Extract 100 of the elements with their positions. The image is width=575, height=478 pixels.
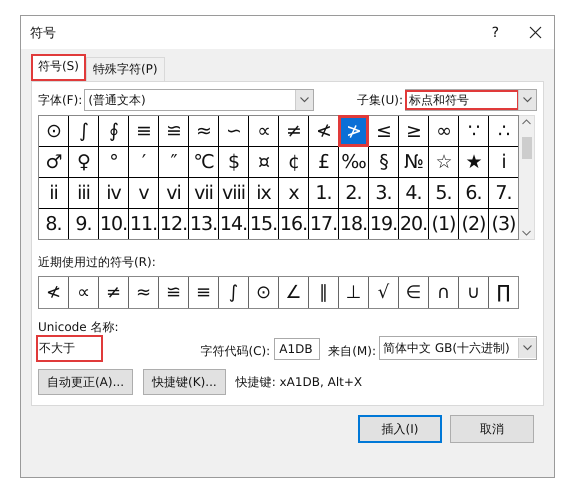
symbol-cell[interactable]: 11.: [129, 209, 158, 239]
recent-symbol[interactable]: ∠: [279, 277, 308, 308]
symbol-cell[interactable]: 12.: [159, 209, 188, 239]
recent-symbol[interactable]: ∪: [459, 277, 488, 308]
field-label: 子集(U):: [356, 92, 403, 108]
symbol-cell[interactable]: °: [99, 147, 128, 177]
symbol-cell[interactable]: ≯: [339, 116, 368, 146]
recent-symbol[interactable]: ≮: [39, 277, 68, 308]
symbol-cell[interactable]: ∫: [69, 116, 98, 146]
symbol-cell[interactable]: ∵: [459, 116, 488, 146]
symbol-cell[interactable]: ≮: [309, 116, 338, 146]
symbol-cell[interactable]: 7.: [489, 178, 518, 208]
symbol-cell[interactable]: 1.: [309, 178, 338, 208]
section-label: 近期使用过的符号(R):: [38, 254, 156, 271]
subset-dropdown[interactable]: 标点和符号: [405, 89, 537, 111]
symbol-cell[interactable]: ≥: [399, 116, 428, 146]
recent-symbol[interactable]: ∫: [219, 277, 248, 308]
symbol-cell[interactable]: 14.: [219, 209, 248, 239]
tab[interactable]: 符号(S): [31, 54, 86, 81]
tool-button[interactable]: 自动更正(A)...: [38, 369, 134, 395]
symbol-cell[interactable]: ‰: [339, 147, 368, 177]
symbol-cell[interactable]: vi: [159, 178, 188, 208]
symbol-cell[interactable]: ≠: [279, 116, 308, 146]
symbol-cell[interactable]: 18.: [339, 209, 368, 239]
symbol-cell[interactable]: ♀: [69, 147, 98, 177]
font-dropdown[interactable]: (普通文本): [84, 89, 314, 111]
symbol-cell[interactable]: 15.: [249, 209, 278, 239]
symbol-cell[interactable]: ≤: [369, 116, 398, 146]
symbol-cell[interactable]: 6.: [459, 178, 488, 208]
symbol-cell[interactable]: 3.: [369, 178, 398, 208]
recent-symbol[interactable]: ⊥: [339, 277, 368, 308]
scrollbar-thumb[interactable]: [522, 136, 532, 158]
symbol-cell[interactable]: 2.: [339, 178, 368, 208]
source-dropdown[interactable]: 简体中文 GB(十六进制): [379, 336, 537, 360]
recent-symbol[interactable]: ≌: [159, 277, 188, 308]
symbol-cell[interactable]: ∮: [99, 116, 128, 146]
unicode-name: 不大于: [38, 337, 101, 360]
recent-symbol[interactable]: ≈: [129, 277, 158, 308]
symbol-cell[interactable]: 17.: [309, 209, 338, 239]
symbol-cell[interactable]: ∽: [219, 116, 248, 146]
symbol-cell[interactable]: ⊙: [39, 116, 68, 146]
recent-symbol[interactable]: ∩: [429, 277, 458, 308]
symbol-cell[interactable]: ii: [39, 178, 68, 208]
recent-symbol[interactable]: ≡: [189, 277, 218, 308]
recent-symbol[interactable]: ∏: [489, 277, 518, 308]
symbol-cell[interactable]: 8.: [39, 209, 68, 239]
symbol-cell[interactable]: iv: [99, 178, 128, 208]
symbol-cell[interactable]: ≡: [129, 116, 158, 146]
symbol-cell[interactable]: 19.: [369, 209, 398, 239]
recent-symbol[interactable]: √: [369, 277, 398, 308]
symbol-cell[interactable]: ∞: [429, 116, 458, 146]
symbol-cell[interactable]: ″: [159, 147, 188, 177]
symbol-cell[interactable]: v: [129, 178, 158, 208]
symbol-cell[interactable]: ★: [459, 147, 488, 177]
recent-symbol[interactable]: ∥: [309, 277, 338, 308]
symbol-cell[interactable]: ℃: [189, 147, 218, 177]
symbol-cell[interactable]: £: [309, 147, 338, 177]
scroll-up-icon[interactable]: [522, 119, 531, 125]
symbol-cell[interactable]: №: [399, 147, 428, 177]
dialog-button[interactable]: 取消: [450, 415, 534, 443]
symbol-cell[interactable]: $: [219, 147, 248, 177]
symbol-cell[interactable]: 5.: [429, 178, 458, 208]
recent-symbol[interactable]: ⊙: [249, 277, 278, 308]
symbol-cell[interactable]: 16.: [279, 209, 308, 239]
symbol-cell[interactable]: (2): [459, 209, 488, 239]
symbol-cell[interactable]: iii: [69, 178, 98, 208]
tab[interactable]: 特殊字符(P): [86, 57, 165, 81]
close-icon[interactable]: [529, 26, 542, 39]
field-label: 来自(M):: [328, 343, 376, 360]
symbol-cell[interactable]: ≌: [159, 116, 188, 146]
char-code-field[interactable]: A1DB: [274, 338, 320, 360]
symbol-cell[interactable]: (3): [489, 209, 518, 239]
scroll-down-icon[interactable]: [522, 230, 531, 236]
recent-symbol[interactable]: ∈: [399, 277, 428, 308]
symbol-cell[interactable]: 10.: [99, 209, 128, 239]
dialog-button[interactable]: 插入(I): [358, 415, 442, 443]
symbol-cell[interactable]: ☆: [429, 147, 458, 177]
symbol-cell[interactable]: ¤: [249, 147, 278, 177]
symbol-cell[interactable]: 4.: [399, 178, 428, 208]
symbol-cell[interactable]: 20.: [399, 209, 428, 239]
symbol-cell[interactable]: vii: [189, 178, 218, 208]
symbol-cell[interactable]: x: [279, 178, 308, 208]
symbol-cell[interactable]: ∝: [249, 116, 278, 146]
symbol-cell[interactable]: i: [489, 147, 518, 177]
symbol-cell[interactable]: ix: [249, 178, 278, 208]
symbol-cell[interactable]: ∴: [489, 116, 518, 146]
tool-button[interactable]: 快捷键(K)...: [143, 369, 226, 395]
recent-symbol[interactable]: ∝: [69, 277, 98, 308]
symbol-cell[interactable]: ≈: [189, 116, 218, 146]
recent-symbol[interactable]: ≠: [99, 277, 128, 308]
symbol-cell[interactable]: 13.: [189, 209, 218, 239]
symbol-cell[interactable]: (1): [429, 209, 458, 239]
symbol-cell[interactable]: ′: [129, 147, 158, 177]
symbol-cell[interactable]: ♂: [39, 147, 68, 177]
symbol-cell[interactable]: viii: [219, 178, 248, 208]
symbol-cell[interactable]: ¢: [279, 147, 308, 177]
symbol-cell[interactable]: §: [369, 147, 398, 177]
symbol-cell[interactable]: 9.: [69, 209, 98, 239]
scrollbar[interactable]: [519, 115, 535, 240]
help-button[interactable]: ?: [492, 24, 499, 40]
